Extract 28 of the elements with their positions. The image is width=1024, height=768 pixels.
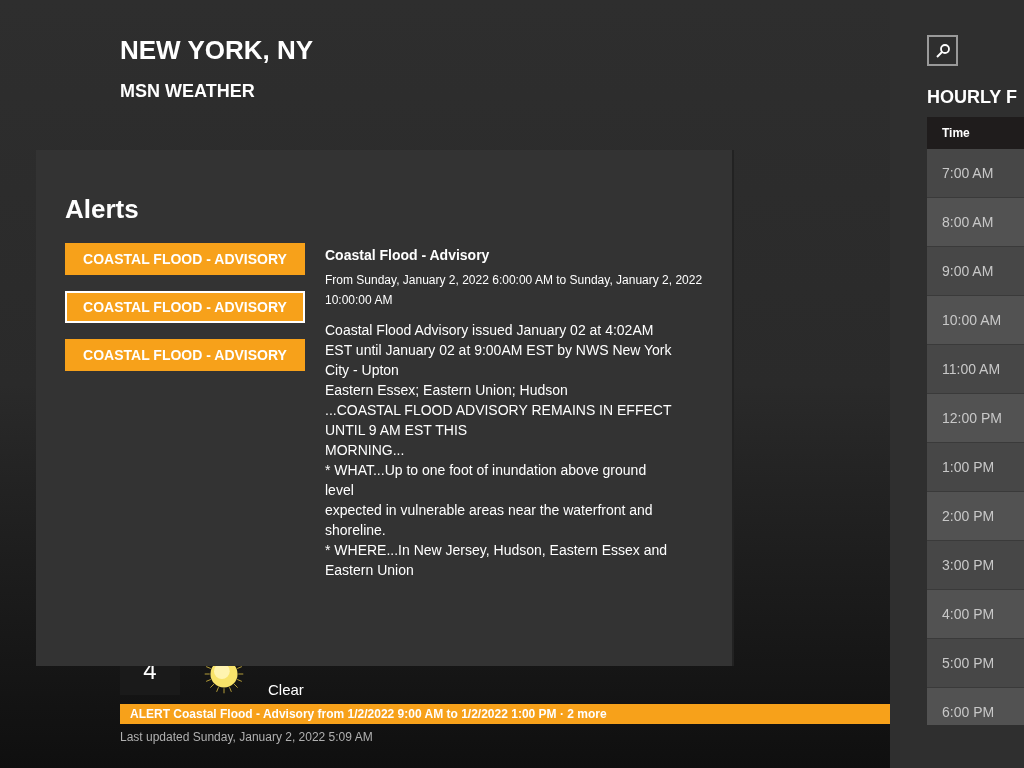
table-cell: 7:00 AM [927, 149, 1024, 198]
last-updated-text: Last updated Sunday, January 2, 2022 5:09 AM [120, 729, 373, 746]
search-icon [934, 42, 951, 59]
city-title: NEW YORK, NY [120, 34, 314, 66]
table-cell: 1:00 PM [927, 443, 1024, 492]
hourly-title: HOURLY F [927, 86, 1018, 109]
table-cell: 12:00 PM [927, 394, 1024, 443]
alert-item[interactable]: COASTAL FLOOD - ADVISORY [65, 243, 305, 275]
table-cell: 5:00 PM [927, 639, 1024, 688]
app-title: MSN WEATHER [120, 80, 255, 103]
table-cell: 2:00 PM [927, 492, 1024, 541]
alert-banner[interactable]: ALERT Coastal Flood - Advisory from 1/2/2022 9:00 AM to 1/2/2022 1:00 PM · 2 more [120, 704, 890, 724]
table-cell: 9:00 AM [927, 247, 1024, 296]
column-header: Time [927, 117, 1024, 149]
table-cell: 11:00 AM [927, 345, 1024, 394]
table-cell: 4:00 PM [927, 590, 1024, 639]
condition-label: Clear [268, 679, 304, 700]
search-button[interactable] [927, 35, 958, 66]
detail-title: Coastal Flood - Advisory [325, 246, 490, 265]
detail-period: From Sunday, January 2, 2022 6:00:00 AM to Sunday, January 2, 2022 10:00:00 AM [325, 272, 704, 309]
alert-item[interactable]: COASTAL FLOOD - ADVISORY [65, 291, 305, 323]
table-cell: 3:00 PM [927, 541, 1024, 590]
table-cell: 8:00 AM [927, 198, 1024, 247]
detail-body: Coastal Flood Advisory issued January 02 at 4:02AM EST until January 02 at 9:00AM EST by NWS New York City - Upton Eastern Essex; Eastern Union; Hudson ...COASTAL FLOOD ADVISORY REMAINS IN EFFECT UNTIL 9 AM EST THIS MORNING... * WHAT...Up to one foot of inundation above ground level expected in vulnerable areas near the waterfront and shoreline. * WHERE...In New Jersey, Hudson, Eastern Essex and Eastern Union [325, 321, 673, 580]
table-cell: 10:00 AM [927, 296, 1024, 345]
table-cell: 6:00 PM [927, 688, 1024, 725]
alert-item[interactable]: COASTAL FLOOD - ADVISORY [65, 339, 305, 371]
dialog-title: Alerts [65, 193, 139, 226]
